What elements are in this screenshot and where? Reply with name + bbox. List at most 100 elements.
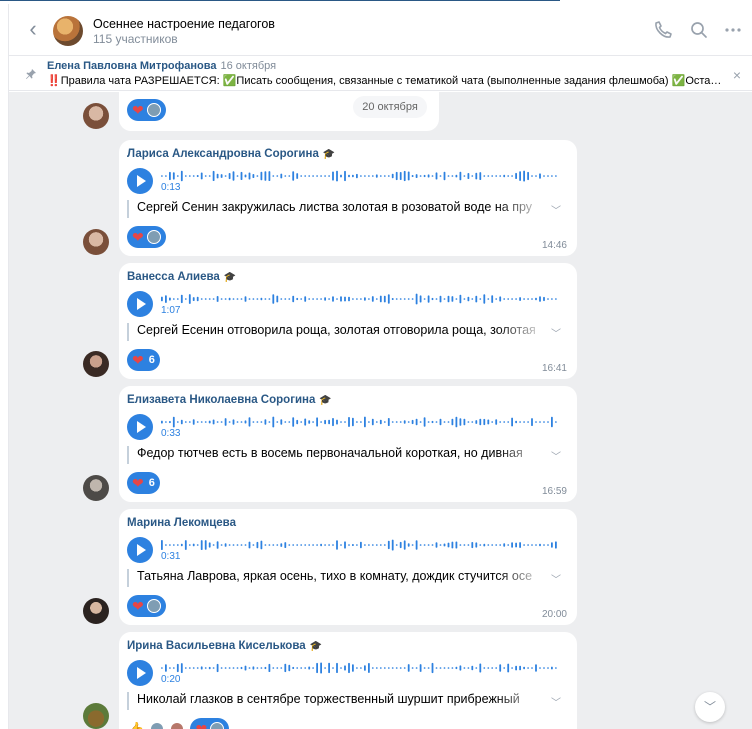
waveform[interactable] (161, 293, 559, 305)
chevron-down-icon[interactable]: ﹀ (551, 694, 561, 709)
avatar[interactable] (83, 703, 109, 729)
reaction-badge[interactable]: ❤ (127, 99, 166, 121)
waveform-bar (308, 298, 311, 300)
waveform-bar (423, 298, 426, 300)
more-options-icon[interactable] (723, 20, 743, 40)
play-button[interactable] (127, 291, 153, 317)
reaction-badge[interactable]: ❤ 6 (127, 472, 160, 494)
waveform-bar (296, 667, 299, 669)
waveform-bar (455, 298, 458, 300)
waveform-bar (224, 543, 227, 547)
waveform-bar (169, 667, 171, 669)
pinned-author-name[interactable]: Елена Павловна Митрофанова (47, 60, 217, 72)
graduation-cap-icon: 🎓 (309, 641, 323, 652)
search-icon[interactable] (689, 20, 709, 40)
waveform-bar (531, 298, 533, 300)
waveform-bar (523, 666, 525, 670)
message-author[interactable]: Ирина Васильевна Киселькова 🎓 (127, 640, 322, 652)
waveform[interactable] (161, 539, 559, 551)
chevron-down-icon[interactable]: ﹀ (551, 448, 561, 463)
pinned-message[interactable]: Елена Павловна Митрофанова 16 октября ‼️П… (9, 57, 752, 91)
waveform-bar (467, 296, 470, 302)
waveform-bar (316, 175, 318, 177)
waveform-bar (471, 298, 474, 300)
pinned-author[interactable]: Елена Павловна Митрофанова 16 октября (47, 60, 276, 72)
waveform-bar (320, 175, 322, 177)
thumbs-up-icon[interactable]: 👍 (127, 721, 144, 729)
waveform-bar (200, 421, 203, 423)
play-button[interactable] (127, 537, 153, 563)
phone-icon[interactable] (653, 20, 673, 40)
reaction-badge[interactable]: ❤ (190, 718, 230, 729)
voice-transcript[interactable]: Сергей Есенин отговорила роща, золотая о… (127, 323, 547, 341)
waveform-bar (379, 175, 382, 177)
author-name[interactable]: Ванесса Алиева (127, 271, 220, 283)
waveform-bar (411, 667, 414, 669)
waveform-bar (523, 298, 525, 300)
voice-transcript[interactable]: Сергей Сенин закружилась листва золотая … (127, 200, 547, 218)
play-button[interactable] (127, 660, 153, 686)
reaction-badge[interactable]: ❤ 6 (127, 349, 160, 371)
message-author[interactable]: Марина Лекомцева (127, 517, 236, 529)
voice-transcript[interactable]: Николай глазков в сентябре торжественный… (127, 692, 547, 710)
waveform-bar (463, 175, 466, 177)
graduation-cap-icon: 🎓 (223, 272, 237, 283)
author-name[interactable]: Елизавета Николаевна Сорогина (127, 394, 315, 406)
waveform-bar (224, 418, 227, 426)
waveform-bar (324, 544, 326, 546)
chat-members-count[interactable]: 115 участников (93, 32, 178, 46)
waveform-bar (459, 294, 462, 304)
waveform-bar (300, 298, 303, 300)
waveform-bar (184, 298, 187, 300)
chat-title[interactable]: Осеннее настроение педагогов (93, 17, 275, 31)
reaction-badge[interactable]: ❤ (127, 226, 166, 248)
waveform-bar (340, 296, 342, 302)
waveform[interactable] (161, 662, 559, 674)
waveform-bar (196, 296, 199, 302)
waveform-bar (224, 175, 227, 177)
waveform-bar (427, 421, 430, 423)
back-button[interactable]: ‹ (23, 18, 43, 42)
waveform-bar (383, 544, 386, 546)
close-pinned-button[interactable]: × (733, 67, 741, 83)
avatar[interactable] (83, 475, 109, 501)
play-button[interactable] (127, 414, 153, 440)
waveform-bar (527, 298, 529, 300)
waveform[interactable] (161, 170, 559, 182)
waveform-bar (499, 296, 502, 302)
author-name[interactable]: Марина Лекомцева (127, 517, 236, 529)
waveform-bar (244, 665, 247, 671)
voice-transcript[interactable]: Федор тютчев есть в восемь первоначально… (127, 446, 547, 464)
author-name[interactable]: Ирина Васильевна Киселькова (127, 640, 306, 652)
waveform-bar (284, 298, 287, 300)
avatar[interactable] (83, 229, 109, 255)
waveform-bar (184, 421, 187, 423)
waveform-bar (276, 667, 279, 669)
message-feed[interactable]: ❤ 20 октября Лариса Александровна Сороги… (9, 92, 752, 729)
chat-avatar[interactable] (53, 16, 83, 46)
reaction-badge[interactable]: ❤ (127, 595, 166, 617)
waveform-bar (332, 296, 334, 302)
scroll-down-button[interactable]: ﹀ (695, 692, 725, 722)
message-author[interactable]: Лариса Александровна Сорогина 🎓 (127, 148, 335, 160)
waveform-bar (439, 295, 442, 303)
avatar[interactable] (83, 598, 109, 624)
waveform[interactable] (161, 416, 559, 428)
avatar[interactable] (83, 103, 109, 129)
message-author[interactable]: Елизавета Николаевна Сорогина 🎓 (127, 394, 332, 406)
author-name[interactable]: Лариса Александровна Сорогина (127, 148, 319, 160)
play-button[interactable] (127, 168, 153, 194)
message-author[interactable]: Ванесса Алиева 🎓 (127, 271, 236, 283)
avatar[interactable] (83, 351, 109, 377)
voice-transcript[interactable]: Татьяна Лаврова, яркая осень, тихо в ком… (127, 569, 547, 587)
waveform-bar (435, 542, 438, 548)
waveform-bar (503, 543, 506, 547)
waveform-bar (336, 419, 338, 425)
chevron-down-icon[interactable]: ﹀ (551, 571, 561, 586)
waveform-bar (368, 298, 370, 300)
waveform-bar (344, 541, 346, 549)
chevron-down-icon[interactable]: ﹀ (551, 202, 561, 217)
waveform-bar (268, 171, 271, 181)
chevron-down-icon[interactable]: ﹀ (551, 325, 561, 340)
message-time: 16:41 (541, 363, 567, 374)
